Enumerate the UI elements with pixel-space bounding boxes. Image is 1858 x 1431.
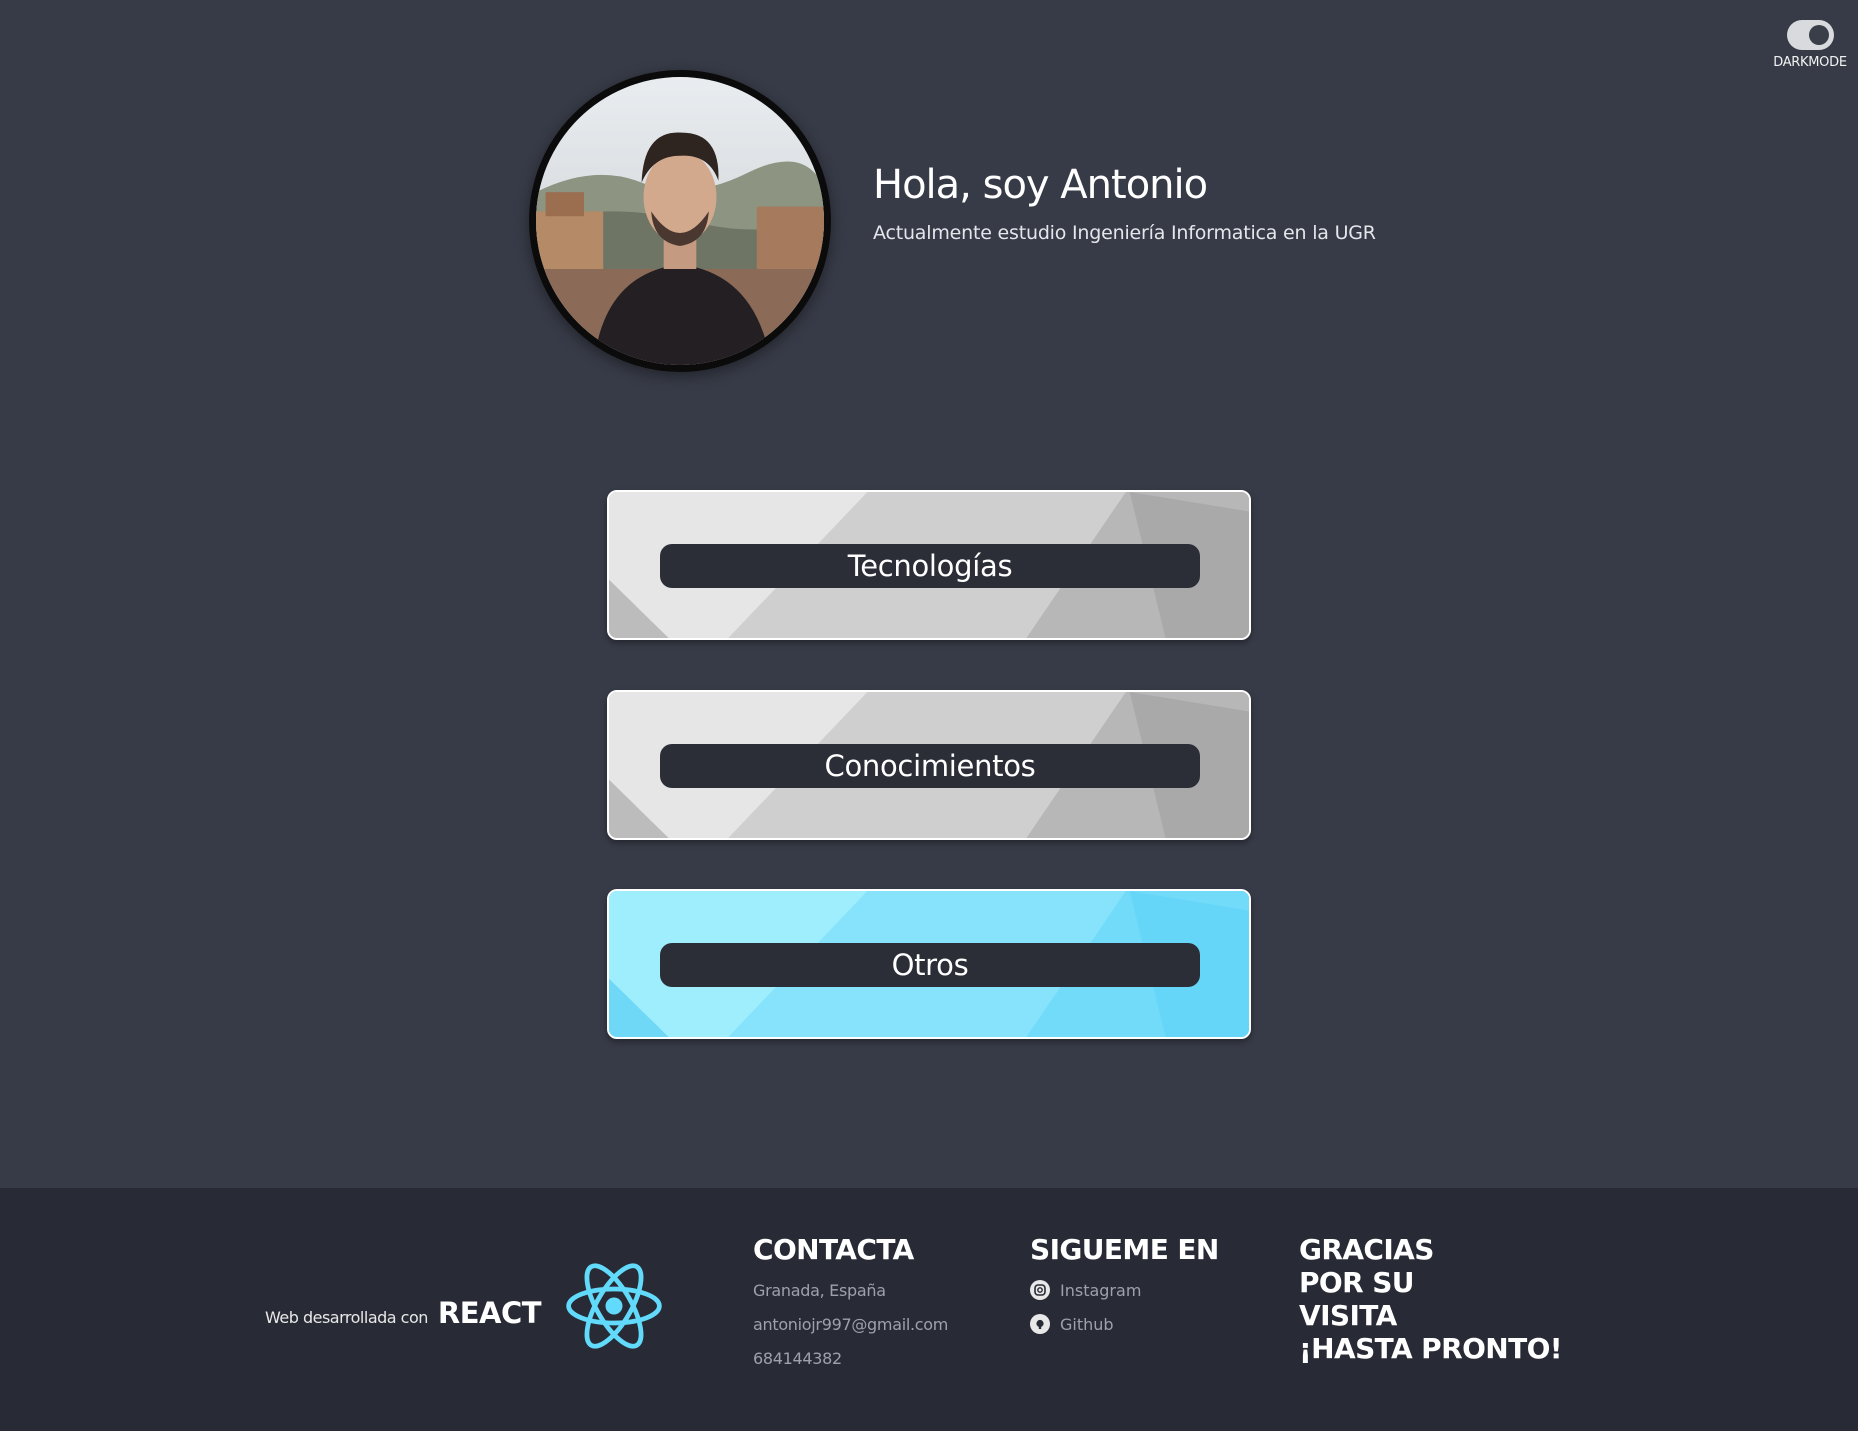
social-heading: SIGUEME EN: [1030, 1233, 1219, 1266]
card-conocimientos[interactable]: Conocimientos: [607, 690, 1251, 840]
card-label: Otros: [660, 943, 1200, 987]
footer: Web desarrollada con REACT CONTACTA Gran…: [0, 1188, 1858, 1431]
instagram-icon: [1030, 1280, 1050, 1300]
hero-title: Hola, soy Antonio: [873, 162, 1208, 208]
social-section: SIGUEME EN Instagram Github: [1030, 1233, 1219, 1334]
contact-heading: CONTACTA: [753, 1233, 914, 1266]
toggle-knob: [1808, 25, 1829, 45]
darkmode-toggle[interactable]: [1786, 20, 1834, 50]
thanks-line: GRACIAS: [1299, 1233, 1434, 1266]
github-label: Github: [1060, 1314, 1114, 1334]
react-atom-icon: [566, 1263, 662, 1349]
hero-text: Hola, soy Antonio Actualmente estudio In…: [873, 162, 1376, 244]
thanks-line: POR SU: [1299, 1266, 1415, 1299]
thanks-line: VISITA: [1299, 1299, 1397, 1332]
instagram-label: Instagram: [1060, 1280, 1142, 1300]
card-label: Conocimientos: [660, 744, 1200, 788]
card-tecnologias[interactable]: Tecnologías: [607, 490, 1251, 640]
built-with: Web desarrollada con REACT: [265, 1296, 542, 1330]
card-otros[interactable]: Otros: [607, 889, 1251, 1039]
darkmode-switch: DARKMODE: [1770, 20, 1850, 70]
thanks-message: GRACIAS POR SU VISITA ¡HASTA PRONTO!: [1299, 1233, 1563, 1365]
built-with-text: Web desarrollada con: [265, 1308, 428, 1327]
darkmode-label: DARKMODE: [1773, 55, 1847, 70]
contact-section: CONTACTA Granada, España antoniojr997@gm…: [753, 1233, 948, 1368]
github-link[interactable]: Github: [1030, 1314, 1219, 1334]
contact-location: Granada, España: [753, 1281, 886, 1300]
hero-subtitle: Actualmente estudio Ingeniería Informati…: [873, 222, 1376, 244]
contact-phone[interactable]: 684144382: [753, 1349, 948, 1368]
hero-section: Hola, soy Antonio Actualmente estudio In…: [529, 70, 1376, 372]
github-icon: [1030, 1314, 1050, 1334]
instagram-link[interactable]: Instagram: [1030, 1280, 1219, 1300]
card-label: Tecnologías: [660, 544, 1200, 588]
profile-photo: [529, 70, 831, 372]
contact-email[interactable]: antoniojr997@gmail.com: [753, 1315, 948, 1334]
framework-name: REACT: [437, 1296, 542, 1330]
thanks-line: ¡HASTA PRONTO!: [1299, 1332, 1563, 1365]
